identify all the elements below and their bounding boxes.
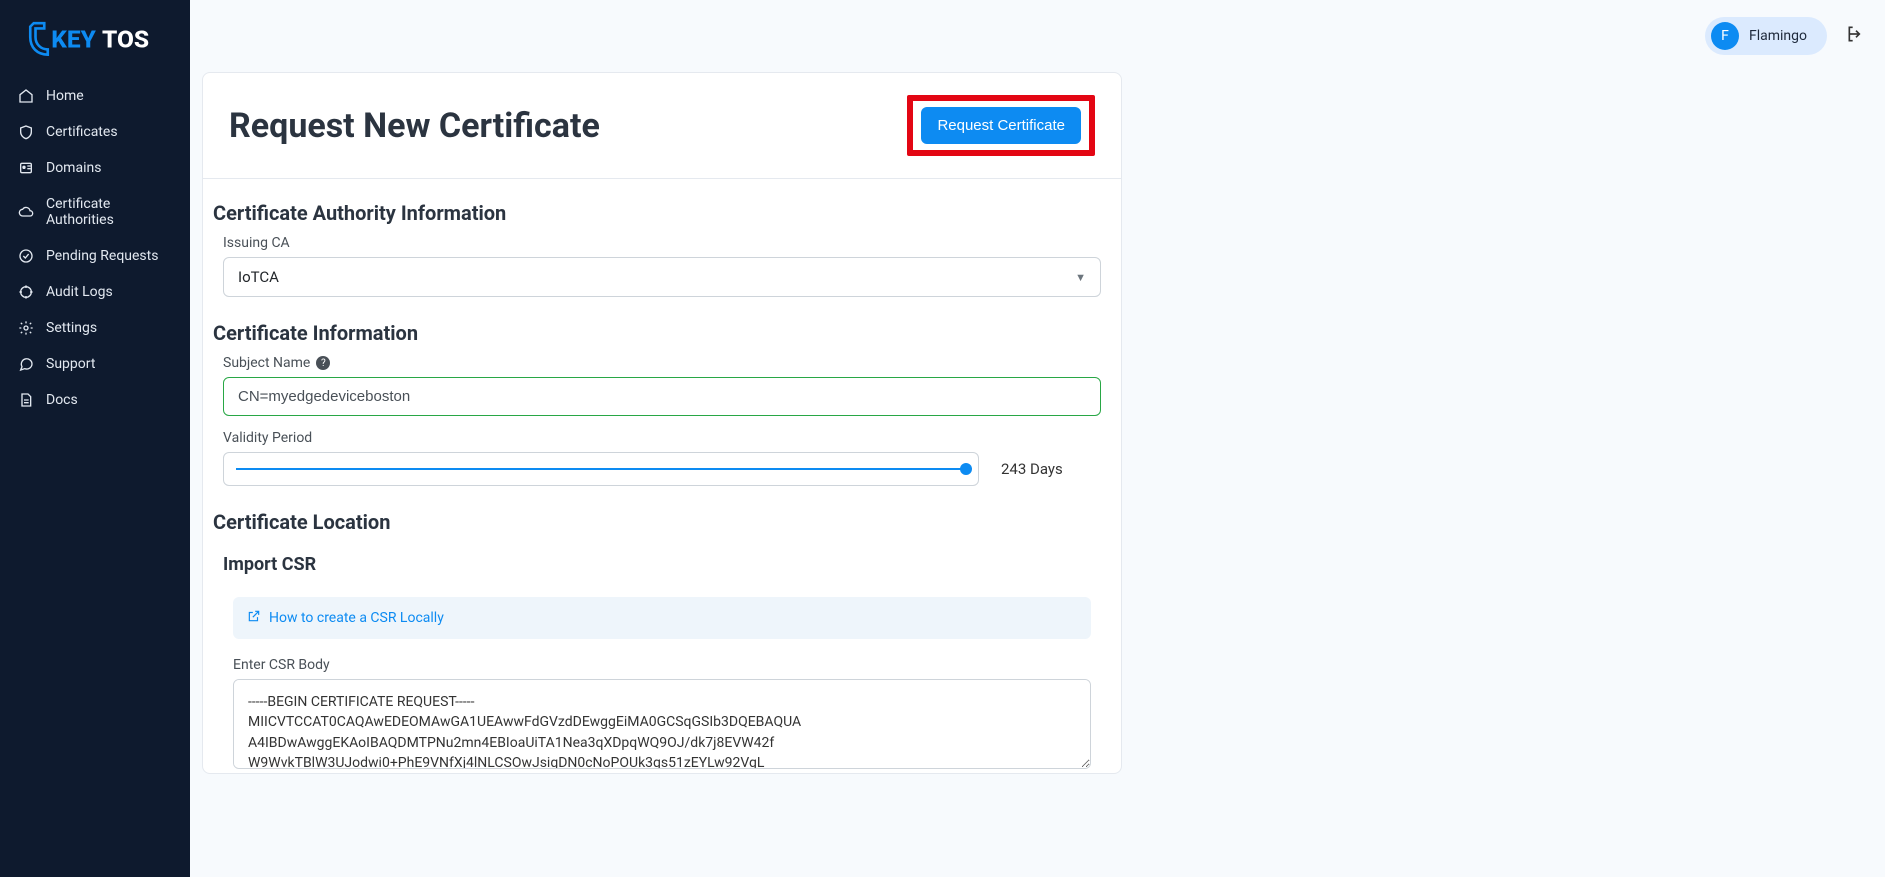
sidebar-item-label: Audit Logs bbox=[46, 284, 113, 300]
section-heading-cert-location: Certificate Location bbox=[203, 500, 1121, 544]
sidebar: KEY TOS Home Certificates Dom bbox=[0, 0, 190, 877]
user-chip[interactable]: F Flamingo bbox=[1705, 17, 1827, 55]
page-title: Request New Certificate bbox=[229, 106, 600, 146]
validity-period-label: Validity Period bbox=[203, 430, 1121, 452]
sidebar-item-domains[interactable]: Domains bbox=[0, 150, 190, 186]
svg-text:TOS: TOS bbox=[102, 25, 149, 54]
sidebar-item-home[interactable]: Home bbox=[0, 78, 190, 114]
sidebar-item-label: Certificate Authorities bbox=[46, 196, 172, 228]
request-certificate-card: Request New Certificate Request Certific… bbox=[202, 72, 1122, 774]
sidebar-item-certificates[interactable]: Certificates bbox=[0, 114, 190, 150]
card-header: Request New Certificate Request Certific… bbox=[203, 73, 1121, 179]
csr-body-textarea[interactable] bbox=[233, 679, 1091, 769]
svg-text:KEY: KEY bbox=[51, 25, 96, 54]
topbar: F Flamingo bbox=[190, 0, 1885, 72]
sidebar-item-pending-requests[interactable]: Pending Requests bbox=[0, 238, 190, 274]
chevron-down-icon: ▼ bbox=[1075, 271, 1086, 284]
sidebar-item-docs[interactable]: Docs bbox=[0, 382, 190, 418]
request-certificate-button[interactable]: Request Certificate bbox=[921, 107, 1081, 144]
highlight-annotation: Request Certificate bbox=[907, 95, 1095, 156]
sidebar-item-label: Domains bbox=[46, 160, 101, 176]
sidebar-item-label: Docs bbox=[46, 392, 78, 408]
issuing-ca-select[interactable]: IoTCA ▼ bbox=[223, 257, 1101, 297]
sidebar-item-label: Settings bbox=[46, 320, 97, 336]
section-heading-ca: Certificate Authority Information bbox=[203, 191, 1121, 235]
gear-icon bbox=[18, 320, 34, 336]
avatar: F bbox=[1711, 22, 1739, 50]
shield-icon bbox=[18, 124, 34, 140]
subject-name-label-text: Subject Name bbox=[223, 355, 310, 371]
id-card-icon bbox=[18, 160, 34, 176]
subject-name-input[interactable] bbox=[223, 377, 1101, 416]
sidebar-item-support[interactable]: Support bbox=[0, 346, 190, 382]
howto-csr-link[interactable]: How to create a CSR Locally bbox=[233, 597, 1091, 639]
sidebar-item-label: Home bbox=[46, 88, 84, 104]
user-name: Flamingo bbox=[1749, 28, 1807, 44]
section-heading-cert-info: Certificate Information bbox=[203, 311, 1121, 355]
issuing-ca-label: Issuing CA bbox=[203, 235, 1121, 257]
sidebar-item-label: Pending Requests bbox=[46, 248, 158, 264]
howto-csr-link-text: How to create a CSR Locally bbox=[269, 610, 444, 626]
subject-name-label: Subject Name ? bbox=[203, 355, 1121, 377]
logout-icon bbox=[1841, 24, 1861, 48]
validity-value: 243 Days bbox=[1001, 460, 1101, 478]
logout-button[interactable] bbox=[1841, 24, 1861, 48]
sidebar-item-settings[interactable]: Settings bbox=[0, 310, 190, 346]
csr-body-label: Enter CSR Body bbox=[203, 657, 1121, 679]
cloud-icon bbox=[18, 204, 34, 220]
brand-logo: KEY TOS bbox=[0, 12, 190, 78]
avatar-initial: F bbox=[1721, 28, 1729, 44]
validity-slider[interactable] bbox=[223, 452, 979, 486]
slider-track bbox=[236, 468, 966, 470]
home-icon bbox=[18, 88, 34, 104]
slider-thumb[interactable] bbox=[960, 463, 972, 475]
sidebar-nav: Home Certificates Domains Certificate Au… bbox=[0, 78, 190, 418]
import-csr-heading: Import CSR bbox=[203, 544, 1121, 585]
slider-fill bbox=[236, 468, 966, 470]
help-icon[interactable]: ? bbox=[316, 356, 330, 370]
sidebar-item-certificate-authorities[interactable]: Certificate Authorities bbox=[0, 186, 190, 238]
sidebar-item-label: Support bbox=[46, 356, 95, 372]
clock-check-icon bbox=[18, 248, 34, 264]
chat-icon bbox=[18, 356, 34, 372]
crosshair-icon bbox=[18, 284, 34, 300]
issuing-ca-value: IoTCA bbox=[238, 268, 279, 286]
external-link-icon bbox=[247, 609, 261, 627]
document-icon bbox=[18, 392, 34, 408]
sidebar-item-label: Certificates bbox=[46, 124, 118, 140]
main-content: Request New Certificate Request Certific… bbox=[190, 72, 1885, 877]
sidebar-item-audit-logs[interactable]: Audit Logs bbox=[0, 274, 190, 310]
